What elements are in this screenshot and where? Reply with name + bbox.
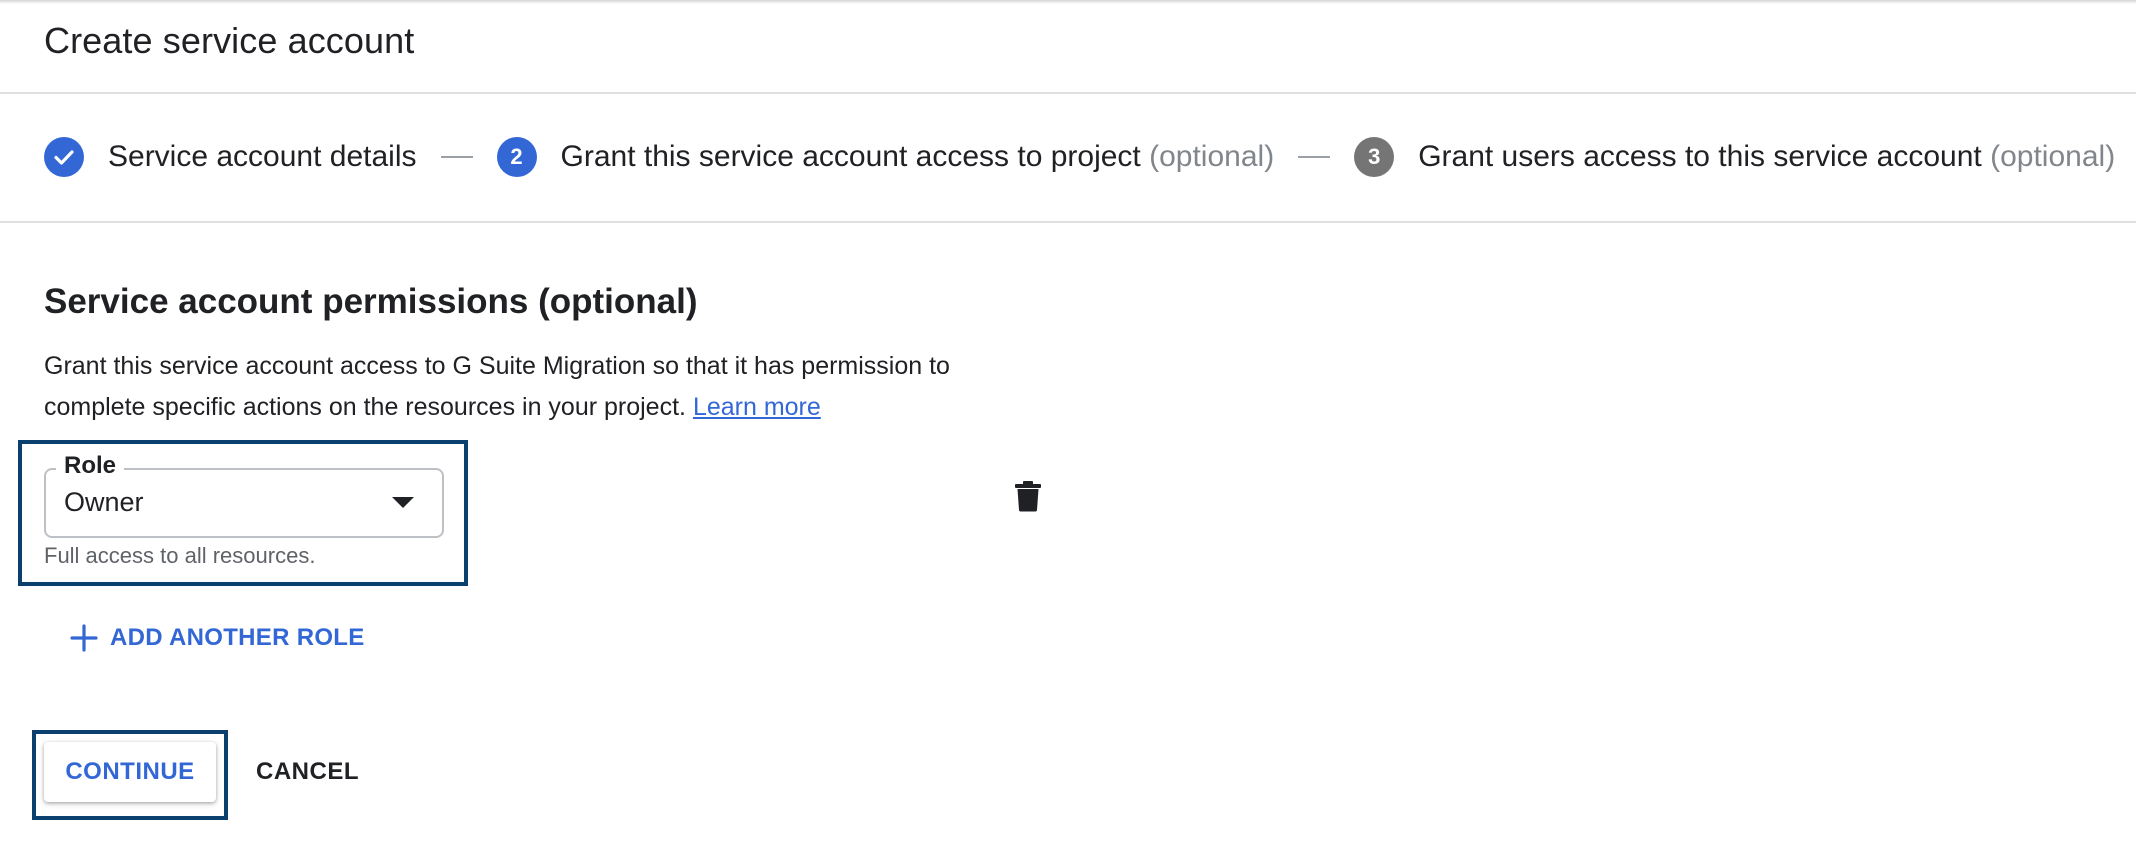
step-2-optional: (optional) [1149, 140, 1275, 173]
trash-icon[interactable] [1014, 480, 1042, 512]
stepper-divider [0, 221, 2136, 223]
stepper: Service account details 2 Grant this ser… [44, 136, 2115, 178]
role-select-label: Role [56, 452, 125, 480]
step-2-label-text: Grant this service account access to pro… [560, 140, 1141, 173]
add-another-role-label: ADD ANOTHER ROLE [110, 624, 365, 651]
header-divider [0, 92, 2136, 94]
page-title: Create service account [44, 20, 415, 61]
step-3-label-text: Grant users access to this service accou… [1418, 140, 1982, 173]
step-separator [440, 156, 473, 158]
learn-more-link[interactable]: Learn more [693, 393, 821, 421]
role-select-value[interactable]: Owner [64, 487, 144, 518]
step-3-optional: (optional) [1990, 140, 2116, 173]
top-shadow [0, 0, 2136, 4]
step-1-label[interactable]: Service account details [108, 140, 417, 174]
caret-down-icon[interactable] [392, 497, 414, 508]
add-another-role-button[interactable]: ADD ANOTHER ROLE [70, 620, 365, 656]
step-separator [1298, 156, 1331, 158]
step-3-number: 3 [1354, 137, 1395, 177]
step-3-label[interactable]: Grant users access to this service accou… [1418, 140, 2115, 174]
continue-button[interactable]: CONTINUE [44, 742, 216, 802]
step-2-label[interactable]: Grant this service account access to pro… [561, 140, 1275, 174]
check-icon [54, 150, 74, 165]
section-description: Grant this service account access to G S… [44, 346, 1044, 428]
description-line-1: Grant this service account access to G S… [44, 352, 950, 380]
step-1-complete-icon [44, 137, 84, 177]
section-title: Service account permissions (optional) [44, 282, 698, 321]
plus-icon [70, 624, 98, 652]
description-line-2: complete specific actions on the resourc… [44, 393, 686, 421]
role-hint-text: Full access to all resources. [44, 543, 316, 568]
step-2-number: 2 [496, 137, 537, 177]
cancel-button[interactable]: CANCEL [256, 742, 359, 802]
